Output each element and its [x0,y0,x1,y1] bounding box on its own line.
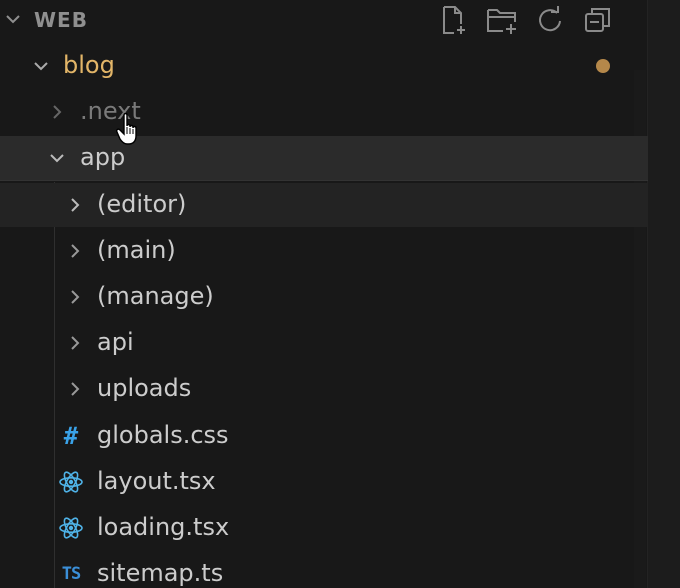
tree-folder-main[interactable]: (main) [0,229,648,273]
chevron-down-icon [4,10,22,28]
tree-file-loading-tsx[interactable]: loading.tsx [0,506,648,550]
file-label: layout.tsx [97,467,216,495]
react-icon [58,469,84,495]
file-label: globals.css [97,421,229,449]
explorer-section-header[interactable]: WEB [0,0,648,40]
chevron-right-icon [66,242,84,260]
chevron-down-icon [32,57,50,75]
tree-file-globals-css[interactable]: # globals.css [0,414,648,458]
css-hash-icon: # [63,422,79,450]
chevron-right-icon [66,334,84,352]
tree-folder-app[interactable]: app [0,136,648,181]
refresh-button[interactable] [532,4,568,36]
tree-folder-editor[interactable]: (editor) [0,183,648,227]
new-folder-icon [487,9,516,34]
react-icon [58,515,84,541]
file-label: loading.tsx [97,513,230,541]
chevron-right-icon [66,288,84,306]
tree-folder-manage[interactable]: (manage) [0,275,648,319]
new-file-icon [443,6,465,34]
folder-label: (editor) [97,190,187,218]
editor-edge [647,0,680,588]
folder-label: (main) [97,236,176,264]
tree-folder-blog[interactable]: blog [0,44,648,88]
tree-file-layout-tsx[interactable]: layout.tsx [0,460,648,504]
chevron-right-icon [48,103,66,121]
tree-folder-api[interactable]: api [0,321,648,365]
tree-folder-uploads[interactable]: uploads [0,367,648,411]
explorer-actions [436,4,616,36]
chevron-right-icon [66,196,84,214]
file-explorer: WEB blog .next app (editor) (main) (mana… [0,0,680,588]
collapse-all-button[interactable] [580,4,616,36]
tree-folder-next[interactable]: .next [0,90,648,134]
chevron-right-icon [66,380,84,398]
folder-label: app [80,143,126,171]
tree-file-sitemap-ts[interactable]: TS sitemap.ts [0,552,648,588]
collapse-all-icon [585,8,610,32]
hand-pointer-icon [116,112,137,145]
section-title: WEB [34,8,88,32]
typescript-icon: TS [61,564,81,584]
new-file-button[interactable] [436,4,472,36]
modified-indicator [596,59,610,73]
folder-label: uploads [97,374,192,402]
chevron-down-icon [48,149,66,167]
new-folder-button[interactable] [484,4,520,36]
file-label: sitemap.ts [97,559,224,587]
refresh-icon [539,6,561,32]
folder-label: blog [63,51,115,79]
folder-label: api [97,328,134,356]
folder-label: (manage) [97,282,214,310]
